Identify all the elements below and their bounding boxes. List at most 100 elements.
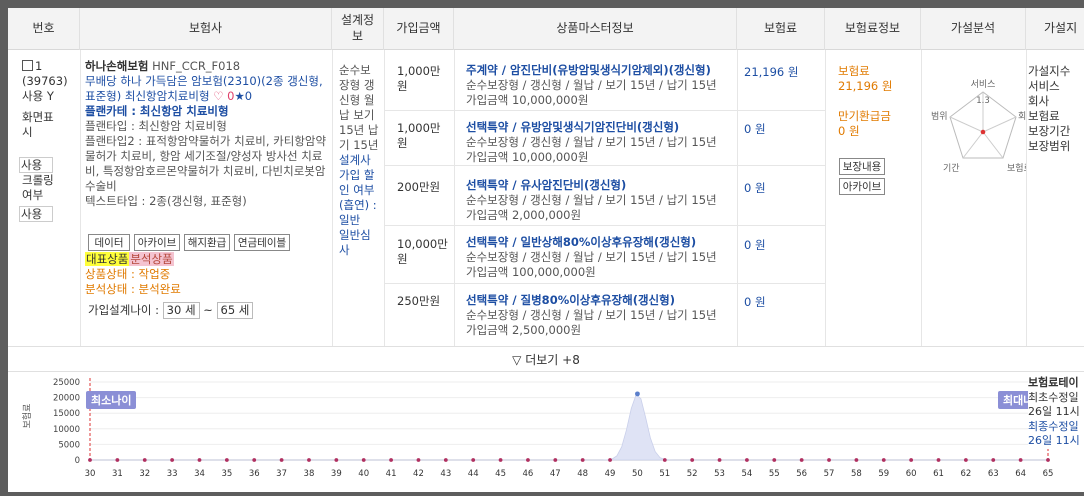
chart-point [170, 458, 175, 462]
premium-info-cell: 보험료 21,196 원 만기환급금 0 원 [838, 64, 918, 139]
chart-xtick: 61 [933, 469, 944, 479]
chart-xtick: 35 [221, 469, 232, 479]
chart-point [416, 458, 421, 462]
product-amount: 가입금액 100,000,000원 [466, 265, 596, 279]
chart-xtick: 41 [386, 469, 397, 479]
refund-button[interactable]: 해지환급 [184, 234, 230, 251]
chart-xtick: 39 [331, 469, 342, 479]
chart-xtick: 37 [276, 469, 287, 479]
chart-point [142, 458, 147, 462]
chart-ytick: 20000 [53, 394, 80, 404]
product-code: HNF_CCR_F018 [152, 59, 241, 73]
product-detail: 순수보장형 / 갱신형 / 월납 / 보기 15년 / 납기 15년 [466, 250, 717, 264]
chart-point [279, 458, 284, 462]
product-title[interactable]: 선택특약 / 질병80%이상후유장해(갱신형) [466, 293, 736, 308]
amount-cell: 1,000만원 [397, 121, 441, 150]
analysis2-item: 회사 [1028, 94, 1050, 108]
radar-label-premium: 보험료 [1007, 163, 1026, 174]
chart-xtick: 43 [440, 469, 451, 479]
age-max-input[interactable]: 65 세 [216, 302, 254, 319]
chart-xtick: 42 [413, 469, 424, 479]
status-block: 대표상품 분석상품 상품상태 : 작업중 분석상태 : 분석완료 [85, 252, 329, 297]
radar-label-service: 서비스 [971, 79, 996, 90]
archive-button[interactable]: 아카이브 [134, 234, 180, 251]
min-age-label: 최소나이 [86, 391, 137, 409]
analysis2-item: 보험료 [1028, 109, 1060, 123]
chart-side-panel: 보험료테이 최초수정일 26일 11시 최종수정일 26일 11시 [1028, 376, 1084, 449]
premium-value: 0 원 [744, 181, 766, 195]
chart-point [498, 458, 503, 462]
first-modified-label: 최초수정일 [1028, 390, 1079, 404]
chart-xtick: 59 [878, 469, 889, 479]
chart-point [580, 458, 585, 462]
show-more-button[interactable]: ▽ 더보기 +8 [8, 346, 1084, 372]
master-info: 선택특약 / 유방암및생식기암진단비(갱신형) 순수보장형 / 갱신형 / 월납… [466, 120, 736, 165]
chart-point [936, 458, 941, 462]
screen-display-label: 화면표시 [22, 110, 54, 139]
chart-point [471, 458, 476, 462]
chart-xtick: 55 [769, 469, 780, 479]
chart-ytick: 10000 [53, 425, 80, 435]
age-min-input[interactable]: 30 세 [162, 302, 200, 319]
age-separator: ~ [203, 303, 213, 317]
product-title[interactable]: 주계약 / 암진단비(유방암및생식기암제외)(갱신형) [466, 63, 736, 78]
product-detail: 순수보장형 / 갱신형 / 월납 / 보기 15년 / 납기 15년 [466, 78, 717, 92]
col-num-header: 번호 [8, 8, 80, 50]
col-insurer-header: 보험사 [80, 8, 332, 50]
master-info: 주계약 / 암진단비(유방암및생식기암제외)(갱신형) 순수보장형 / 갱신형 … [466, 63, 736, 108]
plan-card: 플랜카테 : 최신항암 치료비형 [85, 104, 229, 118]
product-name[interactable]: 무배당 하나 가득담은 암보험(2310)(2종 갱신형, 표준형) 최신항암치… [85, 74, 323, 103]
maturity-refund-label: 만기환급금 [838, 109, 891, 123]
chart-ytick: 15000 [53, 409, 80, 419]
heart-icon[interactable]: ♡ 0 [213, 89, 234, 103]
premium-value: 0 원 [744, 238, 766, 252]
radar-label-period: 기간 [943, 163, 960, 174]
chart-point [772, 458, 777, 462]
product-amount: 가입금액 10,000,000원 [466, 93, 589, 107]
analysis2-item: 보장범위 [1028, 139, 1071, 153]
chart-xtick: 45 [495, 469, 506, 479]
chart-point [361, 458, 366, 462]
chart-xtick: 54 [742, 469, 753, 479]
product-amount: 가입금액 10,000,000원 [466, 150, 589, 164]
chart-xtick: 57 [824, 469, 835, 479]
amount-cell: 200만원 [397, 180, 441, 194]
chart-point [608, 458, 612, 462]
age-label: 가입설계나이 : [88, 303, 160, 317]
star-icon[interactable]: ★0 [234, 89, 252, 103]
chart-point [662, 458, 667, 462]
chart-point [690, 458, 695, 462]
chart-point [334, 458, 339, 462]
product-title[interactable]: 선택특약 / 유사암진단비(갱신형) [466, 178, 736, 193]
text-type: 텍스트타입 : 2종(갱신형, 표준형) [85, 194, 247, 208]
product-title[interactable]: 선택특약 / 일반상해80%이상후유장해(갱신형) [466, 235, 736, 250]
chart-xtick: 46 [523, 469, 534, 479]
crawl-select[interactable]: 사용 [19, 206, 53, 222]
chart-xtick: 63 [988, 469, 999, 479]
chart-point [717, 458, 722, 462]
chart-point [881, 458, 886, 462]
row-id: (39763) [22, 74, 68, 88]
chart-ytick: 0 [75, 456, 80, 466]
chart-point [991, 458, 996, 462]
chart-xtick: 30 [85, 469, 96, 479]
chart-xtick: 64 [1015, 469, 1026, 479]
chart-xtick: 51 [659, 469, 670, 479]
screen-display-select[interactable]: 사용 [19, 157, 53, 173]
radar-center-value: 1.3 [976, 96, 990, 106]
product-amount: 가입금액 2,500,000원 [466, 323, 582, 337]
annuity-table-button[interactable]: 연금테이블 [234, 234, 290, 251]
radar-point [980, 129, 986, 135]
product-title[interactable]: 선택특약 / 유방암및생식기암진단비(갱신형) [466, 120, 736, 135]
chart-ytick: 5000 [58, 440, 80, 450]
premium-value: 0 원 [744, 295, 766, 309]
row-index: 1 [35, 59, 43, 73]
col-design-header: 설계정보 [332, 8, 384, 50]
chart-area-series [90, 394, 1048, 461]
master-info: 선택특약 / 질병80%이상후유장해(갱신형) 순수보장형 / 갱신형 / 월납… [466, 293, 736, 338]
coverage-button[interactable]: 보장내용 [839, 158, 885, 175]
premium-archive-button[interactable]: 아카이브 [839, 178, 885, 195]
row-checkbox[interactable] [22, 60, 33, 71]
amount-cell: 1,000만원 [397, 64, 441, 93]
data-button[interactable]: 데이터 [88, 234, 130, 251]
